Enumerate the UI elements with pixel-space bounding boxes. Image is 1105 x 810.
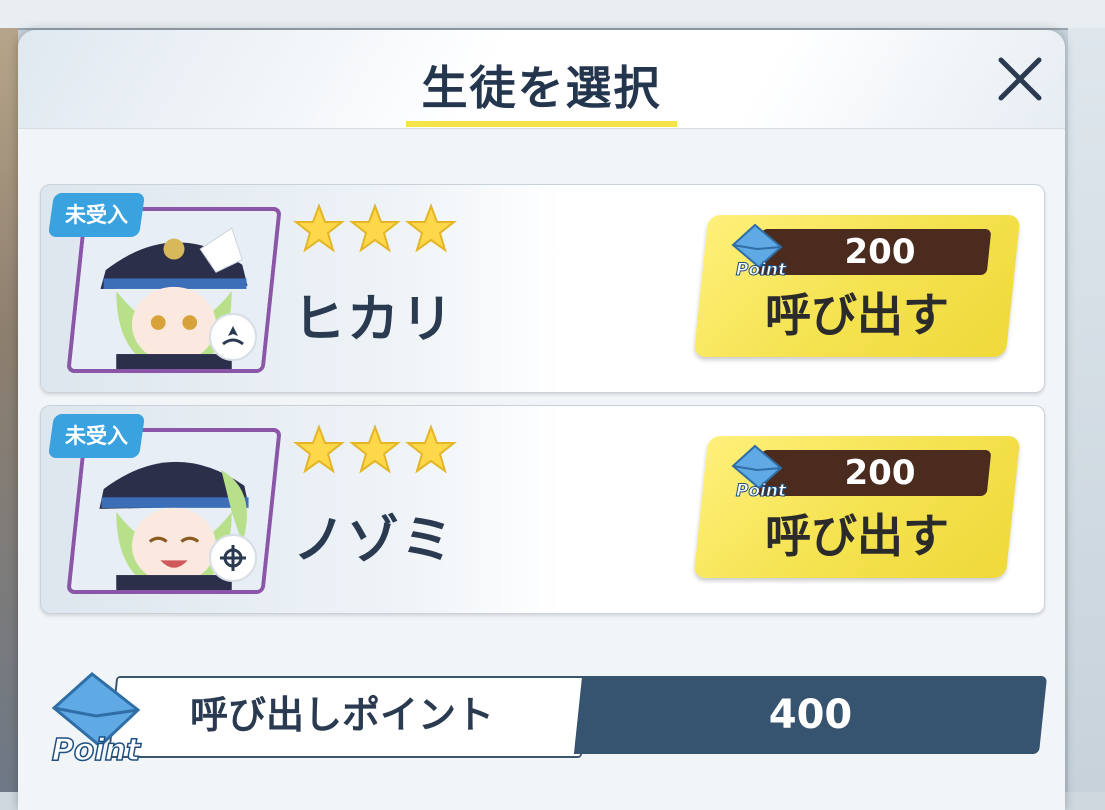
call-points-label: 呼び出しポイント <box>190 693 495 737</box>
call-points-value: 400 <box>768 692 853 738</box>
point-label: Point <box>736 481 787 500</box>
student-card-nozomi[interactable]: 未受入 ノゾミ 200 Point 呼び出す <box>40 405 1045 614</box>
call-points-bar: 呼び出しポイント 400 Point <box>40 672 1048 768</box>
call-button[interactable]: 200 Point 呼び出す <box>693 215 1021 357</box>
star-icon <box>293 424 345 474</box>
cost-value: 200 <box>844 232 916 272</box>
title-underline <box>406 121 677 127</box>
star-icon <box>349 424 401 474</box>
close-icon <box>998 57 1042 101</box>
background-left-strip <box>0 28 18 792</box>
point-envelope-icon: Point <box>731 223 787 279</box>
student-card-hikari[interactable]: 未受入 ヒカリ 200 Point 呼び出す <box>40 184 1045 393</box>
student-name: ヒカリ <box>293 290 456 350</box>
point-label: Point <box>52 733 142 768</box>
star-icon <box>349 203 401 253</box>
crosshair-role-icon <box>209 534 257 582</box>
point-envelope-icon: Point <box>51 672 143 768</box>
point-label: Point <box>736 260 787 279</box>
not-recruited-badge: 未受入 <box>47 414 146 458</box>
background-right-strip <box>1068 28 1105 792</box>
star-icon <box>293 203 345 253</box>
select-student-dialog: 生徒を選択 未受入 ヒカリ 200 Point 呼び出す 未受入 ノゾミ 200… <box>18 30 1065 810</box>
student-name: ノゾミ <box>293 511 456 571</box>
background-top-bar <box>0 0 1105 30</box>
star-rating <box>293 203 457 253</box>
star-icon <box>405 203 457 253</box>
dialog-title: 生徒を選択 <box>421 61 662 115</box>
point-envelope-icon: Point <box>731 444 787 500</box>
support-role-icon <box>209 313 257 361</box>
call-button-label: 呼び出す <box>765 509 949 563</box>
star-icon <box>405 424 457 474</box>
close-button[interactable] <box>993 52 1047 106</box>
dialog-header: 生徒を選択 <box>18 30 1065 129</box>
not-recruited-badge: 未受入 <box>47 193 146 237</box>
star-rating <box>293 424 457 474</box>
call-button-label: 呼び出す <box>765 288 949 342</box>
call-button[interactable]: 200 Point 呼び出す <box>693 436 1021 578</box>
cost-value: 200 <box>844 453 916 493</box>
